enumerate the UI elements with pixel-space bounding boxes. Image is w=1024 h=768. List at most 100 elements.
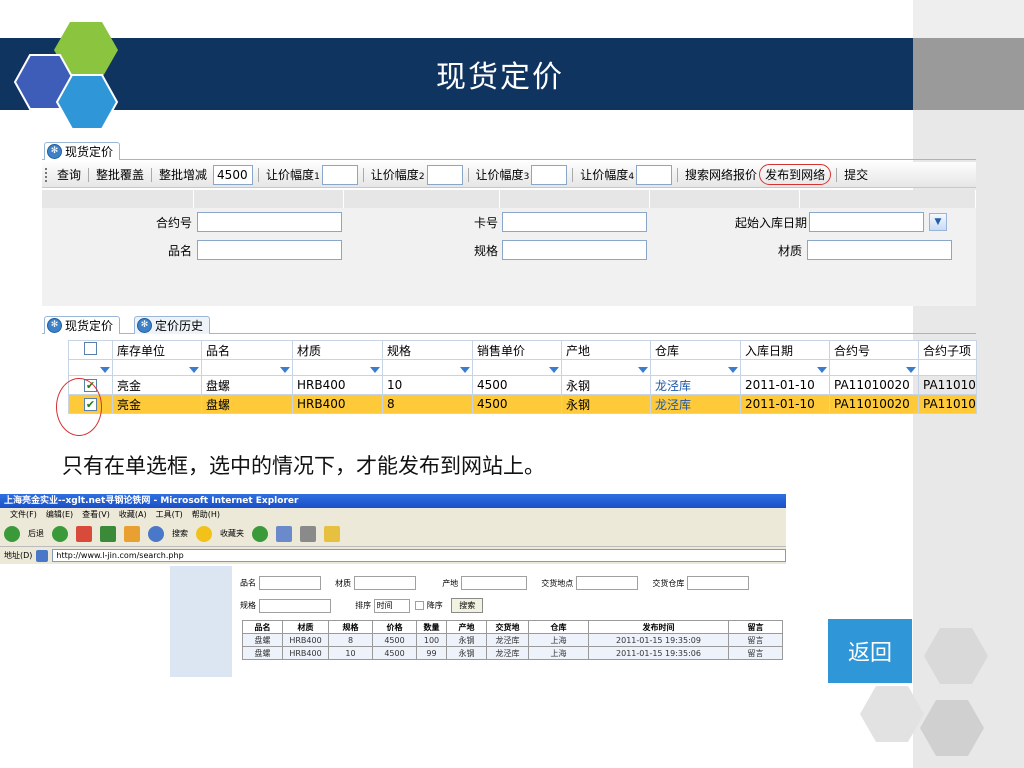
history-icon[interactable] <box>252 525 268 542</box>
filter-funnel-icon[interactable] <box>460 366 470 373</box>
origin-filter-input[interactable] <box>460 576 527 590</box>
table-row-selected[interactable]: ✔ 亮金 盘螺 HRB400 8 4500 永钢 龙泾库 2011-01-10 … <box>68 394 977 414</box>
menu-file[interactable]: 文件(F) <box>10 508 37 521</box>
discount4-input[interactable] <box>636 164 673 185</box>
cell-unit: 亮金 <box>112 375 202 395</box>
desc-checkbox[interactable] <box>415 601 425 610</box>
column-header[interactable]: 入库日期 <box>740 340 830 360</box>
tab-spot-pricing-grid[interactable]: ✻ 现货定价 <box>44 316 121 334</box>
column-header[interactable]: 库存单位 <box>112 340 202 360</box>
back-button[interactable]: 返回 <box>828 619 912 683</box>
menu-view[interactable]: 查看(V) <box>82 508 110 521</box>
material-filter-input[interactable] <box>353 576 416 590</box>
filter-cell[interactable] <box>829 359 919 376</box>
material-input[interactable] <box>807 240 952 260</box>
form-header-cell <box>42 190 194 208</box>
column-header[interactable]: 合约号 <box>829 340 919 360</box>
batch-cover-button[interactable]: 整批覆盖 <box>94 166 146 183</box>
select-all-cell[interactable] <box>68 340 113 360</box>
stop-icon[interactable] <box>76 525 92 542</box>
search-label[interactable]: 搜索 <box>172 528 188 539</box>
refresh-icon[interactable] <box>100 525 116 542</box>
discount2-input[interactable] <box>426 164 463 185</box>
column-header[interactable]: 品名 <box>201 340 293 360</box>
folder-icon[interactable] <box>324 525 340 542</box>
filter-cell[interactable] <box>918 359 977 376</box>
filter-cell[interactable] <box>112 359 202 376</box>
name-filter-input[interactable] <box>258 576 321 590</box>
ie-col-header: 交货地 <box>486 620 529 634</box>
mail-icon[interactable] <box>276 525 292 542</box>
column-header[interactable]: 合约子项 <box>918 340 977 360</box>
spec-filter-input[interactable] <box>258 598 331 613</box>
discount1-input[interactable] <box>321 164 358 185</box>
column-header[interactable]: 材质 <box>292 340 383 360</box>
delivery-filter-input[interactable] <box>575 576 638 590</box>
ie-cell: 8 <box>328 633 373 647</box>
sort-select[interactable]: 时间 <box>373 598 410 613</box>
select-all-checkbox[interactable] <box>84 342 97 355</box>
tab-label: 现货定价 <box>65 145 114 159</box>
batch-adjust-input[interactable] <box>213 164 254 185</box>
forward-arrow-icon[interactable] <box>52 525 68 542</box>
publish-to-web-button[interactable]: 发布到网络 <box>759 164 832 185</box>
toolbar-separator <box>677 167 679 182</box>
filter-funnel-icon[interactable] <box>638 366 648 373</box>
print-icon[interactable] <box>300 525 316 542</box>
search-icon[interactable] <box>148 525 164 542</box>
filter-funnel-icon[interactable] <box>189 366 199 373</box>
ie-search-button[interactable]: 搜索 <box>451 598 484 613</box>
grid-filter-row <box>68 359 977 376</box>
submit-button[interactable]: 提交 <box>842 166 870 183</box>
filter-cell[interactable] <box>292 359 383 376</box>
ie-message-link[interactable]: 留言 <box>728 646 783 660</box>
filter-cell[interactable] <box>472 359 562 376</box>
product-name-input[interactable] <box>197 240 342 260</box>
filter-cell[interactable] <box>650 359 741 376</box>
spec-input[interactable] <box>502 240 647 260</box>
menu-favorites[interactable]: 收藏(A) <box>119 508 147 521</box>
chevron-down-icon[interactable]: ▼ <box>929 213 947 231</box>
filter-cell[interactable] <box>201 359 293 376</box>
menu-edit[interactable]: 编辑(E) <box>46 508 73 521</box>
column-header[interactable]: 产地 <box>561 340 651 360</box>
filter-funnel-icon[interactable] <box>280 366 290 373</box>
column-header[interactable]: 仓库 <box>650 340 741 360</box>
start-date-input[interactable] <box>809 212 924 232</box>
ie-cell: HRB400 <box>282 646 329 660</box>
column-header[interactable]: 销售单价 <box>472 340 562 360</box>
menu-tools[interactable]: 工具(T) <box>156 508 183 521</box>
table-row[interactable]: ✔ 亮金 盘螺 HRB400 10 4500 永钢 龙泾库 2011-01-10… <box>68 375 977 395</box>
filter-funnel-icon[interactable] <box>728 366 738 373</box>
address-input[interactable]: http://www.l-jin.com/search.php <box>52 549 786 562</box>
home-icon[interactable] <box>124 525 140 542</box>
query-button[interactable]: 查询 <box>55 166 83 183</box>
warehouse-filter-input[interactable] <box>686 576 749 590</box>
discount3-input[interactable] <box>531 164 568 185</box>
batch-adjust-button[interactable]: 整批增减 <box>157 166 209 183</box>
star-icon[interactable] <box>196 525 212 542</box>
tab-pricing-history[interactable]: ✻ 定价历史 <box>134 316 211 334</box>
contract-no-input[interactable] <box>197 212 342 232</box>
filter-cell[interactable] <box>382 359 473 376</box>
column-header[interactable]: 规格 <box>382 340 473 360</box>
filter-funnel-icon[interactable] <box>817 366 827 373</box>
filter-cell[interactable] <box>68 359 113 376</box>
discount3-label-text: 让价幅度 <box>475 168 524 182</box>
favorites-label[interactable]: 收藏夹 <box>220 528 244 539</box>
card-no-input[interactable] <box>502 212 647 232</box>
filter-cell[interactable] <box>561 359 651 376</box>
back-label[interactable]: 后退 <box>28 528 44 539</box>
filter-cell[interactable] <box>740 359 830 376</box>
ie-col-header: 价格 <box>372 620 417 634</box>
filter-funnel-icon[interactable] <box>906 366 916 373</box>
back-arrow-icon[interactable] <box>4 525 20 542</box>
ie-message-link[interactable]: 留言 <box>728 633 783 647</box>
search-web-price-button[interactable]: 搜索网络报价 <box>683 166 759 183</box>
filter-funnel-icon[interactable] <box>370 366 380 373</box>
filter-funnel-icon[interactable] <box>549 366 559 373</box>
discount1-suffix: 1 <box>314 172 320 182</box>
menu-help[interactable]: 帮助(H) <box>192 508 220 521</box>
tab-spot-pricing[interactable]: ✻ 现货定价 <box>44 142 121 160</box>
filter-funnel-icon[interactable] <box>100 366 110 373</box>
